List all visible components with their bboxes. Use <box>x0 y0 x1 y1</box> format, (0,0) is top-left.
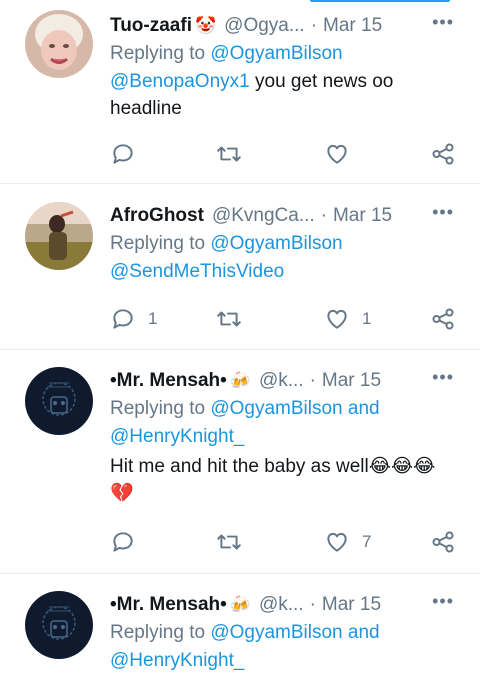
like-button[interactable]: 1 <box>324 304 371 334</box>
more-options-icon[interactable]: ••• <box>432 12 454 33</box>
like-button[interactable]: 7 <box>324 527 371 557</box>
share-icon <box>432 308 454 330</box>
tweet-date[interactable]: Mar 15 <box>322 594 381 616</box>
display-name[interactable]: Tuo-zaafi <box>110 15 192 37</box>
replying-prefix: Replying to <box>110 398 206 419</box>
tweet[interactable]: •Mr. Mensah• 🍻 @k... · Mar 15 ••• Replyi… <box>0 573 480 685</box>
separator-dot: · <box>310 15 318 36</box>
tweet-actions <box>110 139 460 169</box>
more-options-icon[interactable]: ••• <box>432 202 454 223</box>
share-button[interactable] <box>430 304 456 334</box>
reply-button[interactable]: 1 <box>110 304 157 334</box>
like-button[interactable] <box>324 139 362 169</box>
share-icon <box>432 531 454 553</box>
tweet-text: @SendMeThisVideo <box>110 258 466 285</box>
replying-prefix: Replying to <box>110 43 206 64</box>
tweet[interactable]: •Mr. Mensah• 🍻 @k... · Mar 15 ••• Replyi… <box>0 349 480 574</box>
retweet-icon <box>217 146 241 162</box>
replying-and: and <box>347 622 380 643</box>
tweet-actions: 1 1 <box>110 304 460 334</box>
more-options-icon[interactable]: ••• <box>432 591 454 612</box>
name-emoji: 🍻 <box>229 595 251 614</box>
tweet-date[interactable]: Mar 15 <box>323 15 382 37</box>
like-count: 7 <box>362 532 372 551</box>
handle[interactable]: @k... <box>259 370 304 392</box>
reply-icon <box>113 309 133 329</box>
avatar[interactable] <box>25 202 93 270</box>
separator-dot: · <box>309 370 316 391</box>
retweet-button[interactable] <box>216 527 254 557</box>
separator-dot: · <box>309 594 316 615</box>
display-name[interactable]: AfroGhost <box>110 205 204 227</box>
like-count: 1 <box>362 309 372 328</box>
retweet-icon <box>217 311 241 327</box>
replying-to: Replying to @OgyamBilson <box>110 230 466 258</box>
tweet-text: @BenopaOnyx1 you get news oo headline <box>110 68 466 122</box>
tweet-date[interactable]: Mar 15 <box>322 370 381 392</box>
display-name[interactable]: •Mr. Mensah• <box>110 370 227 392</box>
replying-to-link-2[interactable]: @HenryKnight_ <box>110 426 244 447</box>
heart-icon <box>327 309 347 329</box>
heart-icon <box>327 144 347 164</box>
retweet-button[interactable] <box>216 304 254 334</box>
replying-and: and <box>347 398 380 419</box>
tweet-date[interactable]: Mar 15 <box>333 205 392 227</box>
reply-icon <box>113 144 133 164</box>
reply-count: 1 <box>148 309 158 328</box>
separator-dot: · <box>320 205 327 226</box>
name-emoji: 🍻 <box>229 371 251 390</box>
avatar[interactable] <box>25 367 93 435</box>
handle[interactable]: @Ogya... <box>224 15 305 37</box>
replying-prefix: Replying to <box>110 622 206 643</box>
share-button[interactable] <box>430 139 456 169</box>
tweet[interactable]: AfroGhost @KvngCa... · Mar 15 ••• Replyi… <box>0 183 480 350</box>
replying-prefix: Replying to <box>110 233 206 254</box>
replying-to-link[interactable]: @OgyamBilson <box>210 233 342 254</box>
tweet[interactable]: Tuo-zaafi 🤡 @Ogya... · Mar 15 ••• Replyi… <box>0 0 480 184</box>
tweet-actions: 7 <box>110 527 460 557</box>
retweet-button[interactable] <box>216 139 254 169</box>
share-button[interactable] <box>430 527 456 557</box>
replying-to: Replying to @OgyamBilson and @HenryKnigh… <box>110 395 466 451</box>
replying-to-link-2[interactable]: @HenryKnight_ <box>110 650 244 671</box>
reply-button[interactable] <box>110 527 148 557</box>
handle[interactable]: @KvngCa... <box>212 205 315 227</box>
replying-to: Replying to @OgyamBilson and @HenryKnigh… <box>110 619 466 675</box>
handle[interactable]: @k... <box>259 594 304 616</box>
tweet-text: Hit me and hit the baby as well😂😂😂💔 <box>110 456 436 504</box>
avatar[interactable] <box>25 591 93 659</box>
share-icon <box>432 143 454 165</box>
mention-link[interactable]: @BenopaOnyx1 <box>110 71 250 92</box>
mention-link[interactable]: @SendMeThisVideo <box>110 261 284 282</box>
name-emoji: 🤡 <box>194 16 217 35</box>
more-options-icon[interactable]: ••• <box>432 367 454 388</box>
reply-button[interactable] <box>110 139 148 169</box>
replying-to-link[interactable]: @OgyamBilson <box>210 622 342 643</box>
replying-to-link[interactable]: @OgyamBilson <box>210 398 342 419</box>
replying-to-link[interactable]: @OgyamBilson <box>210 43 342 64</box>
heart-icon <box>327 532 347 552</box>
display-name[interactable]: •Mr. Mensah• <box>110 594 227 616</box>
replying-to: Replying to @OgyamBilson <box>110 40 466 68</box>
retweet-icon <box>217 534 241 550</box>
avatar[interactable] <box>25 10 93 78</box>
reply-icon <box>113 532 133 552</box>
